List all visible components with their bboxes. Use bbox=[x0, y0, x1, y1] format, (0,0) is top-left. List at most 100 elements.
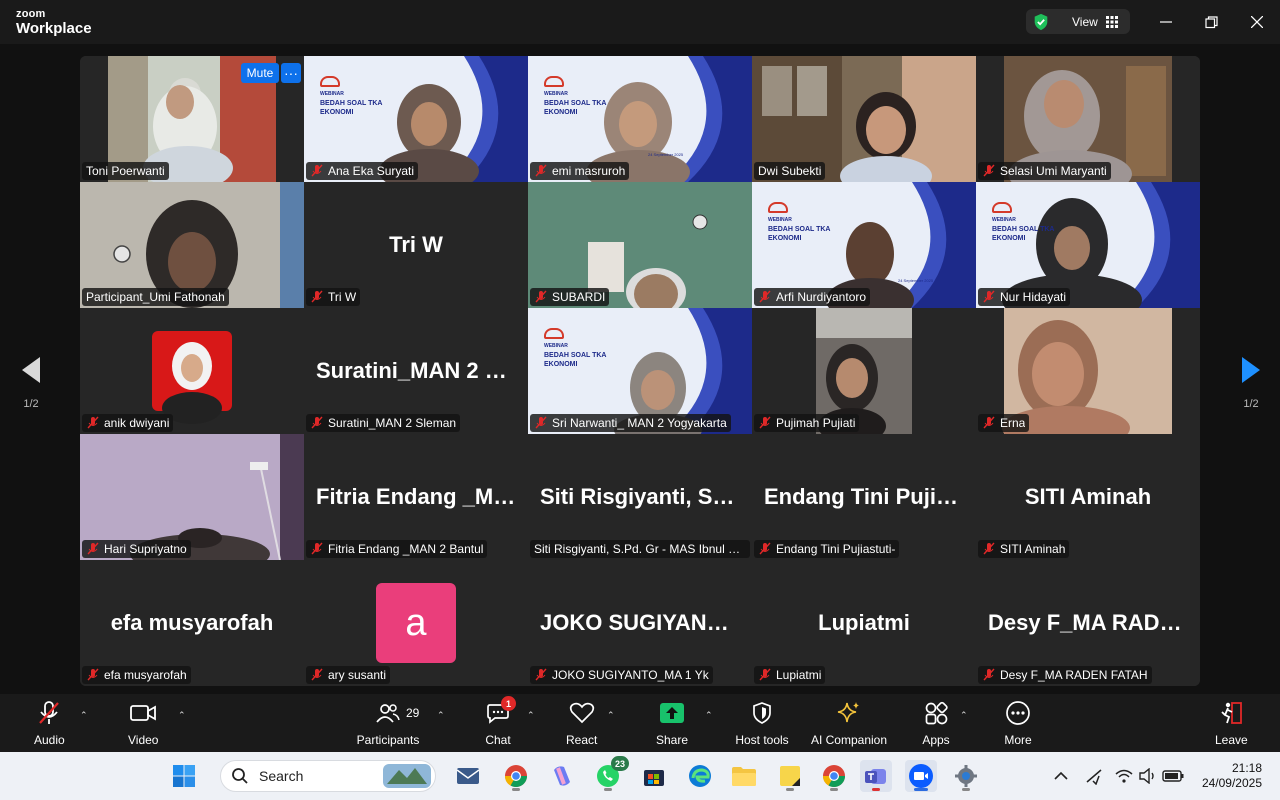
location-icon bbox=[1086, 769, 1102, 785]
taskbar-app-mail[interactable] bbox=[452, 760, 484, 792]
taskbar-app-chrome-2[interactable] bbox=[818, 760, 850, 792]
mute-participant-button[interactable]: Mute bbox=[241, 63, 279, 83]
participant-name-bar: Dwi Subekti bbox=[754, 162, 826, 180]
participant-name-bar: Nur Hidayati bbox=[978, 288, 1071, 306]
taskbar-app-file-explorer[interactable] bbox=[728, 760, 760, 792]
apps-options-caret[interactable]: ⌃ bbox=[960, 710, 968, 721]
webinar-slide-text: WEBINAR BEDAH SOAL TKA EKONOMI bbox=[544, 328, 606, 369]
taskbar-app-store[interactable] bbox=[638, 760, 670, 792]
gallery-view: Mute ··· Toni Poerwanti WEBINAR BEDAH SO… bbox=[80, 56, 1200, 686]
video-options-caret[interactable]: ⌃ bbox=[178, 710, 186, 721]
more-label: More bbox=[1004, 733, 1032, 747]
restore-button[interactable] bbox=[1201, 12, 1221, 32]
video-tile[interactable]: Erna bbox=[976, 308, 1200, 434]
slide-title-line2: EKONOMI bbox=[544, 361, 578, 368]
participant-display-name: Endang Tini Pujiastuti- bbox=[764, 484, 976, 509]
video-tile[interactable]: anik dwiyani bbox=[80, 308, 304, 434]
page-next-button[interactable]: 1/2 bbox=[1236, 355, 1266, 410]
taskbar-clock[interactable]: 21:18 24/09/2025 bbox=[1198, 761, 1262, 791]
audio-options-caret[interactable]: ⌃ bbox=[80, 710, 88, 721]
taskbar-search[interactable]: Search bbox=[220, 760, 436, 792]
video-button[interactable]: Video bbox=[128, 700, 158, 748]
mic-muted-icon bbox=[311, 290, 323, 303]
participant-name-bar: emi masruroh bbox=[530, 162, 630, 180]
participants-options-caret[interactable]: ⌃ bbox=[437, 710, 445, 721]
participant-name: Endang Tini Pujiastuti- bbox=[776, 542, 896, 556]
video-tile[interactable]: Tri W Tri W bbox=[304, 182, 528, 308]
video-tile[interactable]: Siti Risgiyanti, S.Pd. Gr - MAS Ibnul Qo… bbox=[528, 434, 752, 560]
video-tile[interactable]: Mute ··· Toni Poerwanti bbox=[80, 56, 304, 182]
video-tile[interactable]: Selasi Umi Maryanti bbox=[976, 56, 1200, 182]
participant-name: Ana Eka Suryati bbox=[328, 164, 415, 178]
app-running-indicator bbox=[786, 788, 794, 791]
taskbar-app-zoom[interactable] bbox=[905, 760, 937, 792]
video-tile[interactable]: WEBINAR BEDAH SOAL TKA EKONOMI Ana Eka S… bbox=[304, 56, 528, 182]
app-running-indicator bbox=[872, 788, 880, 791]
participant-name-bar: Hari Supriyatno bbox=[82, 540, 191, 558]
app-brand: zoom Workplace bbox=[16, 9, 92, 37]
mic-muted-icon bbox=[983, 542, 995, 555]
video-tile[interactable]: WEBINAR BEDAH SOAL TKA EKONOMI Sri Narwa… bbox=[528, 308, 752, 434]
video-tile[interactable]: SUBARDI bbox=[528, 182, 752, 308]
video-tile[interactable]: Fitria Endang _MAN 2 Bantul Fitria Endan… bbox=[304, 434, 528, 560]
participant-name-bar: Erna bbox=[978, 414, 1030, 432]
taskbar-app-chrome[interactable] bbox=[500, 760, 532, 792]
encryption-shield-icon[interactable] bbox=[1032, 13, 1050, 31]
minimize-icon bbox=[1160, 21, 1172, 23]
close-button[interactable] bbox=[1247, 12, 1267, 32]
apps-button[interactable]: Apps bbox=[922, 700, 950, 748]
taskbar-app-sticky-notes[interactable] bbox=[774, 760, 806, 792]
app-running-indicator bbox=[914, 788, 928, 791]
app-running-indicator bbox=[604, 788, 612, 791]
taskbar-app-teams[interactable] bbox=[860, 760, 892, 792]
participant-name-bar: Fitria Endang _MAN 2 Bantul bbox=[306, 540, 488, 558]
show-hidden-icons-button[interactable] bbox=[1046, 760, 1076, 792]
chat-options-caret[interactable]: ⌃ bbox=[527, 710, 535, 721]
page-prev-button[interactable]: 1/2 bbox=[16, 355, 46, 410]
minimize-button[interactable] bbox=[1156, 12, 1176, 32]
video-tile[interactable]: WEBINAR BEDAH SOAL TKA EKONOMI 24 Septem… bbox=[752, 182, 976, 308]
video-tile[interactable]: Desy F_MA RADEN FATAH Desy F_MA RADEN FA… bbox=[976, 560, 1200, 686]
slide-title-line2: EKONOMI bbox=[320, 109, 354, 116]
battery-button[interactable] bbox=[1158, 760, 1188, 792]
slide-title-line1: BEDAH SOAL TKA bbox=[544, 100, 607, 107]
gear-icon bbox=[955, 765, 977, 787]
video-tile[interactable]: efa musyarofah efa musyarofah bbox=[80, 560, 304, 686]
video-tile[interactable]: WEBINAR BEDAH SOAL TKA EKONOMI 24 Septem… bbox=[528, 56, 752, 182]
taskbar-app-edge[interactable] bbox=[684, 760, 716, 792]
video-tile[interactable]: Lupiatmi Lupiatmi bbox=[752, 560, 976, 686]
react-button[interactable]: React bbox=[566, 700, 597, 748]
video-tile[interactable]: Pujimah Pujiati bbox=[752, 308, 976, 434]
participant-name-bar: Ana Eka Suryati bbox=[306, 162, 419, 180]
leave-button[interactable]: Leave bbox=[1215, 700, 1248, 748]
participant-name: ary susanti bbox=[328, 668, 387, 682]
tray-location-icon-button[interactable] bbox=[1080, 760, 1108, 792]
video-tile-active-speaker[interactable]: Participant_Umi Fathonah bbox=[80, 182, 304, 308]
host-tools-button[interactable]: Host tools bbox=[733, 700, 791, 748]
taskbar-app-whatsapp[interactable]: 23 bbox=[592, 756, 629, 792]
video-tile[interactable]: SITI Aminah SITI Aminah bbox=[976, 434, 1200, 560]
chat-button[interactable]: 1 Chat bbox=[484, 696, 516, 748]
ai-companion-button[interactable]: AI Companion bbox=[808, 700, 890, 748]
share-options-caret[interactable]: ⌃ bbox=[705, 710, 713, 721]
start-button[interactable] bbox=[168, 760, 200, 792]
video-tile[interactable]: Suratini_MAN 2 Sleman Suratini_MAN 2 Sle… bbox=[304, 308, 528, 434]
video-tile[interactable]: Endang Tini Pujiastuti- Endang Tini Puji… bbox=[752, 434, 976, 560]
slide-logo bbox=[320, 76, 340, 87]
video-tile[interactable]: JOKO SUGIYANTO_MA 1 Yk JOKO SUGIYANTO_MA… bbox=[528, 560, 752, 686]
more-button[interactable]: More bbox=[1004, 700, 1032, 748]
audio-button[interactable]: Audio bbox=[34, 700, 65, 748]
view-button[interactable]: View bbox=[1026, 9, 1130, 34]
taskbar-app-settings[interactable] bbox=[950, 760, 982, 792]
react-options-caret[interactable]: ⌃ bbox=[607, 710, 615, 721]
video-tile[interactable]: Hari Supriyatno bbox=[80, 434, 304, 560]
video-label: Video bbox=[128, 733, 159, 747]
video-tile[interactable]: Dwi Subekti bbox=[752, 56, 976, 182]
taskbar-app-copilot[interactable] bbox=[546, 760, 578, 792]
video-tile[interactable]: a ary susanti bbox=[304, 560, 528, 686]
participant-more-button[interactable]: ··· bbox=[281, 63, 301, 83]
clock-time: 21:18 bbox=[1231, 761, 1262, 775]
video-tile[interactable]: WEBINAR BEDAH SOAL TKA EKONOMI Nur Hiday… bbox=[976, 182, 1200, 308]
participants-button[interactable]: 29 Participants bbox=[356, 700, 420, 748]
share-button[interactable]: Share bbox=[656, 700, 688, 748]
